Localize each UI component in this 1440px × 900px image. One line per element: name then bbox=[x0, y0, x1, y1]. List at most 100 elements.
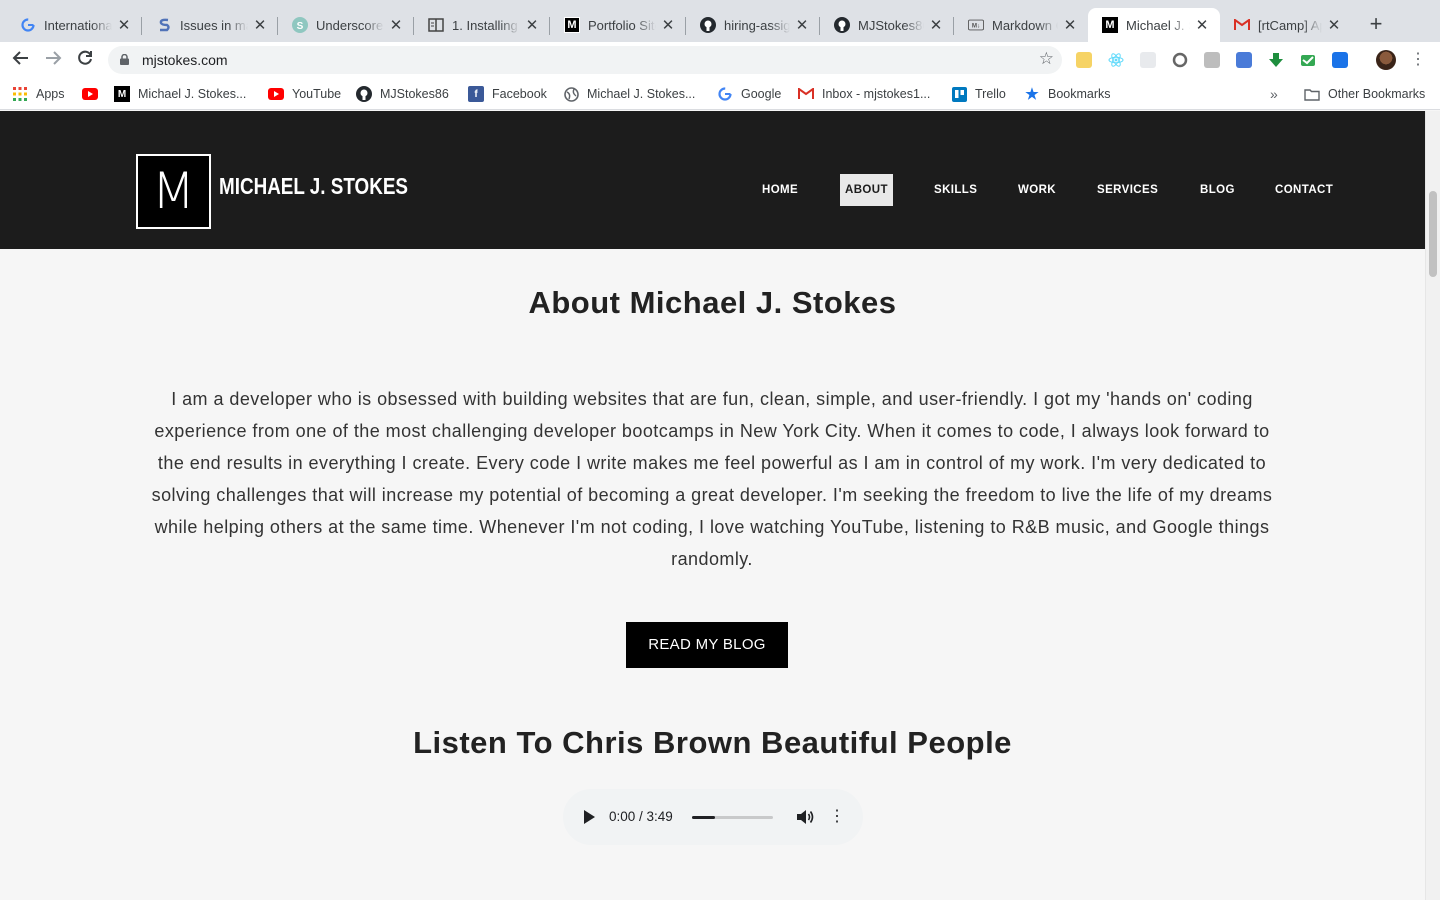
trello-icon bbox=[951, 86, 967, 102]
svg-text:M↓: M↓ bbox=[972, 23, 980, 30]
tab-title: [rtCamp] Ap bbox=[1258, 17, 1322, 33]
nav-services[interactable]: SERVICES bbox=[1092, 174, 1163, 206]
download-icon[interactable] bbox=[1268, 52, 1284, 68]
profile-avatar[interactable] bbox=[1376, 50, 1396, 70]
browser-tab[interactable]: [rtCamp] Ap ✕ bbox=[1220, 8, 1352, 42]
tab-title: Underscores bbox=[316, 17, 384, 33]
extension-icon[interactable] bbox=[1236, 52, 1252, 68]
bookmark-item[interactable]: Trello bbox=[951, 86, 1006, 102]
close-icon[interactable]: ✕ bbox=[928, 16, 944, 34]
url-text: mjstokes.com bbox=[142, 52, 228, 68]
nav-work[interactable]: WORK bbox=[1013, 174, 1061, 206]
address-bar[interactable]: mjstokes.com ☆ bbox=[108, 46, 1062, 74]
bookmark-item[interactable]: Google bbox=[717, 86, 781, 102]
browser-tab-active[interactable]: M Michael J. S ✕ bbox=[1088, 8, 1220, 42]
page-scrollbar[interactable] bbox=[1425, 111, 1440, 900]
github-icon bbox=[700, 17, 716, 33]
google-icon bbox=[717, 86, 733, 102]
m-logo-icon: M bbox=[1102, 17, 1118, 33]
song-heading: Listen To Chris Brown Beautiful People bbox=[413, 725, 1012, 760]
site-header: M MICHAEL J. STOKES HOME ABOUT SKILLS WO… bbox=[0, 111, 1425, 249]
close-icon[interactable]: ✕ bbox=[524, 16, 540, 34]
browser-tab[interactable]: MJStokes86 ✕ bbox=[820, 8, 954, 42]
tab-title: hiring-assign bbox=[724, 17, 790, 33]
nav-skills[interactable]: SKILLS bbox=[929, 174, 982, 206]
bookmark-label: Michael J. Stokes... bbox=[138, 87, 247, 101]
bookmark-item[interactable]: ★ Bookmarks bbox=[1024, 86, 1111, 103]
nav-blog[interactable]: BLOG bbox=[1195, 174, 1240, 206]
m-logo-icon: M bbox=[564, 17, 580, 33]
close-icon[interactable]: ✕ bbox=[388, 16, 404, 34]
about-heading: About Michael J. Stokes bbox=[528, 285, 897, 320]
folder-icon bbox=[1304, 86, 1320, 102]
bookmarks-overflow-button[interactable]: » bbox=[1270, 86, 1278, 102]
browser-menu-icon[interactable]: ⋮ bbox=[1410, 50, 1426, 70]
apps-grid-icon bbox=[12, 86, 28, 102]
browser-tab[interactable]: International ✕ bbox=[6, 8, 142, 42]
forward-button[interactable] bbox=[42, 49, 64, 71]
m-logo-icon: M bbox=[114, 86, 130, 102]
audio-progress-slider[interactable] bbox=[692, 816, 773, 819]
other-bookmarks-folder[interactable]: Other Bookmarks bbox=[1304, 86, 1425, 102]
bookmark-item[interactable]: Michael J. Stokes... bbox=[563, 86, 695, 102]
extension-icon[interactable] bbox=[1204, 52, 1220, 68]
back-button[interactable] bbox=[10, 49, 32, 71]
close-icon[interactable]: ✕ bbox=[1062, 16, 1078, 34]
scrollbar-thumb[interactable] bbox=[1429, 191, 1437, 277]
notes-extension-icon[interactable] bbox=[1076, 52, 1092, 68]
bookmark-label: Google bbox=[741, 87, 782, 101]
gmail-icon bbox=[1234, 17, 1250, 33]
read-my-blog-button[interactable]: READ MY BLOG bbox=[626, 622, 788, 668]
browser-tab-bar: International ✕ Issues in ma ✕ S Undersc… bbox=[0, 0, 1440, 42]
bookmark-item[interactable]: f Facebook bbox=[468, 86, 547, 102]
circle-extension-icon[interactable] bbox=[1172, 52, 1188, 68]
browser-tab[interactable]: S Underscores ✕ bbox=[278, 8, 414, 42]
browser-tab[interactable]: 1. Installing ✕ bbox=[414, 8, 550, 42]
nav-contact[interactable]: CONTACT bbox=[1270, 174, 1338, 206]
tab-title: 1. Installing bbox=[452, 17, 518, 33]
close-icon[interactable]: ✕ bbox=[116, 16, 132, 34]
play-icon[interactable] bbox=[584, 810, 595, 824]
about-paragraph: I am a developer who is obsessed with bu… bbox=[151, 389, 1273, 569]
bookmark-item[interactable]: MJStokes86 bbox=[356, 86, 449, 102]
react-devtools-icon[interactable] bbox=[1108, 52, 1124, 68]
close-icon[interactable]: ✕ bbox=[660, 16, 676, 34]
bookmark-label: Michael J. Stokes... bbox=[587, 87, 696, 101]
arrow-right-icon bbox=[46, 51, 62, 65]
audio-progress-fill bbox=[692, 816, 715, 819]
tab-title: Issues in ma bbox=[180, 17, 248, 33]
star-icon[interactable]: ☆ bbox=[1039, 49, 1054, 69]
github-icon bbox=[834, 17, 850, 33]
more-options-icon[interactable]: ⋮ bbox=[829, 806, 845, 828]
reload-button[interactable] bbox=[74, 49, 96, 71]
bookmark-item[interactable]: M Michael J. Stokes... bbox=[114, 86, 246, 102]
github-icon bbox=[356, 86, 372, 102]
bookmark-item[interactable]: YouTube bbox=[268, 86, 341, 102]
bookmarks-bar: Apps M Michael J. Stokes... YouTube MJSt… bbox=[0, 78, 1440, 110]
bookmark-label: Bookmarks bbox=[1048, 87, 1111, 101]
tab-title: International bbox=[44, 17, 112, 33]
close-icon[interactable]: ✕ bbox=[1194, 16, 1210, 34]
close-icon[interactable]: ✕ bbox=[1326, 16, 1342, 34]
page-viewport: M MICHAEL J. STOKES HOME ABOUT SKILLS WO… bbox=[0, 111, 1425, 900]
stack-icon bbox=[156, 17, 172, 33]
new-tab-button[interactable]: + bbox=[1364, 12, 1388, 36]
browser-tab[interactable]: Issues in ma ✕ bbox=[142, 8, 278, 42]
volume-icon[interactable] bbox=[795, 808, 815, 826]
svg-text:S: S bbox=[297, 21, 304, 32]
bookmark-apps[interactable]: Apps bbox=[12, 86, 65, 102]
nav-home[interactable]: HOME bbox=[757, 174, 803, 206]
browser-tab[interactable]: M↓ Markdown C ✕ bbox=[954, 8, 1088, 42]
browser-tab[interactable]: hiring-assign ✕ bbox=[686, 8, 820, 42]
extension-icon[interactable] bbox=[1332, 52, 1348, 68]
extension-icon[interactable] bbox=[1140, 52, 1156, 68]
bookmark-youtube[interactable] bbox=[82, 86, 106, 102]
close-icon[interactable]: ✕ bbox=[794, 16, 810, 34]
nav-about[interactable]: ABOUT bbox=[840, 174, 893, 206]
bookmark-item[interactable]: Inbox - mjstokes1... bbox=[798, 86, 930, 102]
tab-title: Portfolio Site bbox=[588, 17, 656, 33]
close-icon[interactable]: ✕ bbox=[252, 16, 268, 34]
inbox-extension-icon[interactable] bbox=[1300, 52, 1316, 68]
main-nav: HOME ABOUT SKILLS WORK SERVICES BLOG CON… bbox=[0, 111, 1425, 249]
browser-tab[interactable]: M Portfolio Site ✕ bbox=[550, 8, 686, 42]
